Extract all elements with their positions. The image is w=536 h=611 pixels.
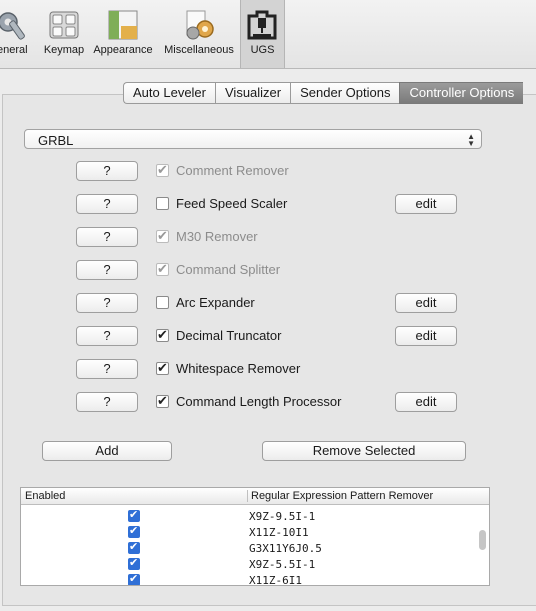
toolbar-item-miscellaneous[interactable]: Miscellaneous [160, 0, 238, 68]
processor-label: Command Length Processor [176, 394, 342, 409]
column-header-enabled[interactable]: Enabled [25, 490, 65, 502]
scrollbar-thumb[interactable] [479, 530, 486, 550]
help-button[interactable]: ? [76, 359, 138, 379]
table-row[interactable]: G3X11Y6J0.5 [21, 540, 477, 557]
help-button[interactable]: ? [76, 227, 138, 247]
preferences-toolbar: General Keymap Appearance Miscellaneous [0, 0, 536, 69]
processor-checkbox [156, 228, 169, 244]
processor-checkbox [156, 162, 169, 178]
add-button[interactable]: Add [42, 441, 172, 461]
cnc-machine-icon [247, 10, 277, 40]
row-enabled-checkbox[interactable] [128, 540, 140, 554]
toolbar-item-general[interactable]: General [0, 0, 34, 68]
toolbar-item-ugs[interactable]: UGS [240, 0, 285, 68]
help-button[interactable]: ? [76, 161, 138, 181]
processor-checkbox[interactable] [156, 296, 169, 309]
row-enabled-checkbox[interactable] [128, 524, 140, 538]
table-header: Enabled Regular Expression Pattern Remov… [21, 488, 489, 505]
table-row[interactable]: X9Z-9.5I-1 [21, 508, 477, 525]
column-header-pattern[interactable]: Regular Expression Pattern Remover [251, 490, 433, 502]
processor-checkbox[interactable] [156, 327, 169, 343]
row-pattern-text: G3X11Y6J0.5 [249, 542, 322, 555]
edit-button[interactable]: edit [395, 392, 457, 412]
row-pattern-text: X11Z-10I1 [249, 526, 309, 539]
toolbar-label: Miscellaneous [164, 44, 234, 56]
keyboard-icon [49, 11, 79, 39]
row-enabled-checkbox[interactable] [128, 556, 140, 570]
column-divider [247, 490, 248, 502]
table-row[interactable]: X11Z-6I1 [21, 572, 477, 586]
processor-checkbox[interactable] [156, 360, 169, 376]
row-pattern-text: X9Z-5.5I-1 [249, 558, 316, 571]
tab-sender-options[interactable]: Sender Options [290, 82, 400, 104]
help-button[interactable]: ? [76, 392, 138, 412]
table-scrollbar[interactable] [479, 506, 487, 582]
processor-checkbox[interactable] [156, 393, 169, 409]
tab-controller-options[interactable]: Controller Options [399, 82, 524, 104]
processor-label: Whitespace Remover [176, 361, 301, 376]
toolbar-label: Keymap [43, 44, 85, 56]
processor-checkbox[interactable] [156, 197, 169, 210]
help-button[interactable]: ? [76, 293, 138, 313]
processor-label: M30 Remover [176, 229, 258, 244]
options-tab-bar: Auto Leveler Visualizer Sender Options C… [123, 82, 524, 104]
up-down-arrows-icon: ▲ ▼ [467, 132, 475, 148]
help-button[interactable]: ? [76, 260, 138, 280]
controller-select-value: GRBL [38, 133, 74, 148]
toolbar-label: Appearance [93, 44, 153, 56]
row-pattern-text: X11Z-6I1 [249, 574, 302, 586]
processor-label: Feed Speed Scaler [176, 196, 288, 211]
controller-select[interactable]: GRBL ▲ ▼ [24, 129, 482, 149]
table-row[interactable]: X9Z-5.5I-1 [21, 556, 477, 573]
remove-selected-button[interactable]: Remove Selected [262, 441, 466, 461]
toolbar-label: General [0, 44, 28, 56]
wrench-gear-icon [0, 12, 25, 40]
processor-label: Decimal Truncator [176, 328, 282, 343]
processor-label: Arc Expander [176, 295, 255, 310]
help-button[interactable]: ? [76, 326, 138, 346]
processor-checkbox [156, 261, 169, 277]
table-row[interactable]: X11Z-10I1 [21, 524, 477, 541]
row-enabled-checkbox[interactable] [128, 572, 140, 585]
edit-button[interactable]: edit [395, 326, 457, 346]
help-button[interactable]: ? [76, 194, 138, 214]
processor-label: Command Splitter [176, 262, 281, 277]
toolbar-item-keymap[interactable]: Keymap [38, 0, 90, 68]
row-enabled-checkbox[interactable] [128, 508, 140, 522]
edit-button[interactable]: edit [395, 194, 457, 214]
gears-icon [186, 10, 214, 40]
row-pattern-text: X9Z-9.5I-1 [249, 510, 316, 523]
regex-pattern-table: Enabled Regular Expression Pattern Remov… [20, 487, 490, 586]
toolbar-label: UGS [250, 44, 275, 56]
toolbar-item-appearance[interactable]: Appearance [92, 0, 154, 68]
tab-auto-leveler[interactable]: Auto Leveler [123, 82, 215, 104]
appearance-icon [108, 10, 138, 40]
edit-button[interactable]: edit [395, 293, 457, 313]
tab-visualizer[interactable]: Visualizer [215, 82, 291, 104]
processor-label: Comment Remover [176, 163, 289, 178]
